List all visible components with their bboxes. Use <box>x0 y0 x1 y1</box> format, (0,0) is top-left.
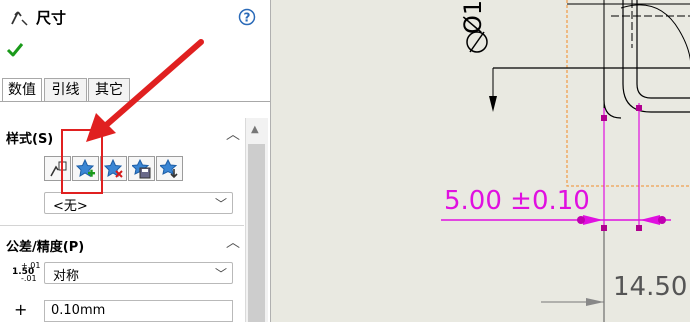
drawing-canvas[interactable]: Ø16. 5.00 ±0.10 14.50 <box>270 0 690 322</box>
style-select-value: <无> <box>53 199 88 214</box>
chevron-down-icon: ﹀ <box>214 197 227 211</box>
collapse-tolerance-icon[interactable]: ︿ <box>226 232 240 252</box>
tab-value[interactable]: 数值 <box>2 78 42 102</box>
scroll-up-icon[interactable]: ▲ <box>251 124 259 135</box>
load-style-button[interactable] <box>156 156 183 181</box>
checkmark-icon[interactable] <box>6 42 24 58</box>
delete-style-button[interactable] <box>100 156 127 181</box>
style-section-title: 样式(S) <box>6 132 54 147</box>
scrollbar-thumb[interactable] <box>248 144 265 322</box>
tab-divider <box>0 101 270 102</box>
tolerance-type-select[interactable]: 对称 ﹀ <box>44 262 233 284</box>
chevron-down-icon: ﹀ <box>214 267 227 281</box>
tolerance-type-icon: +.01 1.50 -.01 <box>12 261 41 283</box>
tab-leader[interactable]: 引线 <box>44 78 87 102</box>
tolerance-section-title: 公差/精度(P) <box>6 240 85 255</box>
annotation-highlight-box <box>61 129 103 194</box>
plus-tolerance-input[interactable]: 0.10mm <box>44 300 233 322</box>
dimension-icon <box>11 11 28 26</box>
tab-other[interactable]: 其它 <box>88 78 130 102</box>
help-icon[interactable]: ? <box>238 8 256 26</box>
svg-text:?: ? <box>244 11 251 25</box>
collapse-style-icon[interactable]: ︿ <box>226 124 240 144</box>
tolerance-type-value: 对称 <box>53 269 80 284</box>
style-select[interactable]: <无> ﹀ <box>44 192 233 214</box>
save-style-icon <box>131 158 150 178</box>
dimension-text[interactable]: 5.00 ±0.10 <box>444 186 590 216</box>
delete-style-icon <box>103 158 123 178</box>
diameter-dimension[interactable]: Ø16. <box>455 0 487 34</box>
panel-title: 尺寸 <box>36 9 67 27</box>
load-style-icon <box>159 158 178 178</box>
dimension-14-50[interactable]: 14.50 <box>613 272 687 302</box>
save-style-button[interactable] <box>128 156 155 181</box>
property-manager-panel: 尺寸 ? 数值 引线 其它 样式(S) ︿ <无> ﹀ 公差/精度(P) ︿ +… <box>0 0 270 322</box>
plus-tolerance-label: + <box>14 300 28 319</box>
